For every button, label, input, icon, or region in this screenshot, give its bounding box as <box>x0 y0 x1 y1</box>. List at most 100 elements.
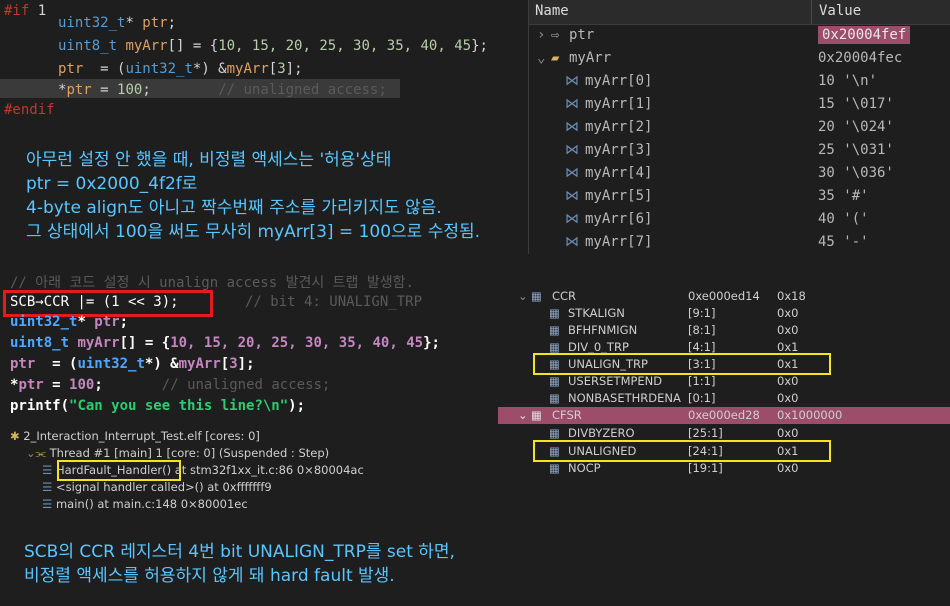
variable-row-myarr[interactable]: ⌄ ▰ myArr 0x20004fec <box>529 47 950 70</box>
variable-value: 20 '\024' <box>818 119 894 135</box>
op: ]; <box>285 61 303 77</box>
variable-value: 40 '(' <box>818 211 869 227</box>
variable-row-element[interactable]: ⋈ myArr[3] 25 '\031' <box>529 139 950 162</box>
stack-frame-location: at stm32f1xx_it.c:86 0×80004ac <box>174 463 364 477</box>
op: ]; <box>237 356 255 372</box>
variable-row-element[interactable]: ⋈ myArr[5] 35 '#' <box>529 185 950 208</box>
debug-process-row[interactable]: ✱ 2_Interaction_Interrupt_Test.elf [core… <box>10 429 260 443</box>
register-name: CFSR <box>552 408 582 422</box>
number: 3 <box>277 61 286 77</box>
element-icon: ⋈ <box>565 73 579 89</box>
op: = <box>91 82 118 98</box>
variable-row-element[interactable]: ⋈ myArr[6] 40 '(' <box>529 208 950 231</box>
numbers: 10, 15, 20, 25, 30, 35, 40, 45 <box>170 335 424 351</box>
variable-name: myArr[3] <box>585 142 653 158</box>
element-icon: ⋈ <box>565 188 579 204</box>
op: }; <box>423 335 440 351</box>
identifier: ptr <box>58 61 84 77</box>
field-icon: ▦ <box>549 461 560 475</box>
op: ; <box>142 82 151 98</box>
register-icon: ▦ <box>531 289 542 303</box>
chevron-right-icon[interactable]: › <box>537 27 545 43</box>
chevron-down-icon[interactable]: ⌄ <box>537 50 545 66</box>
element-icon: ⋈ <box>565 211 579 227</box>
field-value: 0x0 <box>777 306 799 320</box>
op: ; <box>94 377 103 393</box>
register-address: 0xe000ed14 <box>688 289 760 303</box>
op: [ <box>268 61 278 77</box>
element-icon: ⋈ <box>565 165 579 181</box>
stack-frame-row[interactable]: ☰ <signal handler called>() at 0xfffffff… <box>42 480 272 494</box>
field-bits: [19:1] <box>688 461 723 475</box>
register-field-row[interactable]: ▦ USERSETMPEND [1:1] 0x0 <box>498 373 950 390</box>
field-name: NONBASETHRDENA <box>568 391 681 405</box>
variable-value-changed: 0x20004fef <box>818 26 911 44</box>
op: * <box>125 15 143 31</box>
comment: // unaligned access; <box>161 377 331 393</box>
thread-icon: ⫘ <box>35 446 46 460</box>
register-field-row[interactable]: ▦ BFHFNMIGN [8:1] 0x0 <box>498 322 950 339</box>
column-value-header[interactable]: Value <box>819 3 861 19</box>
type: uint32_t <box>58 15 126 31</box>
register-field-row[interactable]: ▦ STKALIGN [9:1] 0x0 <box>498 305 950 322</box>
op: ); <box>288 398 306 414</box>
register-row-ccr[interactable]: ⌄ ▦ CCR 0xe000ed14 0x18 <box>498 288 950 305</box>
variable-value: 35 '#' <box>818 188 869 204</box>
variable-value: 15 '\017' <box>818 96 894 112</box>
field-name: DIVBYZERO <box>568 426 635 440</box>
field-icon: ▦ <box>549 323 560 337</box>
variable-row-element[interactable]: ⋈ myArr[1] 15 '\017' <box>529 93 950 116</box>
field-value: 0x0 <box>777 323 799 337</box>
variable-row-ptr[interactable]: › ⇨ ptr 0x20004fef <box>529 24 950 47</box>
debug-thread-row[interactable]: ⌄⫘ Thread #1 [main] 1 [core: 0] (Suspend… <box>26 446 329 461</box>
column-separator[interactable] <box>811 0 812 24</box>
chevron-down-icon[interactable]: ⌄ <box>26 446 36 460</box>
register-icon: ▦ <box>531 408 542 422</box>
op: = ( <box>35 356 78 372</box>
identifier: myArr <box>226 61 269 77</box>
thread-label: Thread #1 [main] 1 [core: 0] (Suspended … <box>49 446 330 460</box>
chevron-down-icon[interactable]: ⌄ <box>518 289 528 303</box>
field-value: 0x0 <box>777 461 799 475</box>
identifier: ptr <box>18 377 44 393</box>
variable-name: myArr[1] <box>585 96 653 112</box>
type: uint8_t <box>10 335 70 351</box>
variable-row-element[interactable]: ⋈ myArr[7] 45 '-' <box>529 231 950 254</box>
variable-row-element[interactable]: ⋈ myArr[0] 10 '\n' <box>529 70 950 93</box>
register-field-row[interactable]: ▦ NONBASETHRDENA [0:1] 0x0 <box>498 390 950 407</box>
stack-frame-label: main() at main.c:148 0×80001ec <box>55 497 248 511</box>
column-name-header[interactable]: Name <box>535 3 569 19</box>
field-bits: [4:1] <box>688 340 716 354</box>
op: *) & <box>144 356 179 372</box>
op: = ( <box>83 61 126 77</box>
stack-frame-icon: ☰ <box>42 497 53 511</box>
field-bits: [0:1] <box>688 391 716 405</box>
register-field-row[interactable]: ▦ NOCP [19:1] 0x0 <box>498 460 950 477</box>
field-bits: [1:1] <box>688 374 716 388</box>
code-line-if: #if 1 <box>4 0 46 23</box>
variable-name: myArr <box>569 50 612 66</box>
numbers: 10, 15, 20, 25, 30, 35, 40, 45 <box>218 38 472 54</box>
variable-name: myArr[6] <box>585 211 653 227</box>
variable-value: 45 '-' <box>818 234 869 250</box>
identifier: myArr <box>125 38 168 54</box>
element-icon: ⋈ <box>565 119 579 135</box>
op: [] = { <box>167 38 219 54</box>
variable-row-element[interactable]: ⋈ myArr[2] 20 '\024' <box>529 116 950 139</box>
variable-name: myArr[4] <box>585 165 653 181</box>
stack-frame-row[interactable]: ☰ main() at main.c:148 0×80001ec <box>42 497 248 511</box>
preproc-if: #if <box>4 3 30 19</box>
chevron-down-icon[interactable]: ⌄ <box>518 408 528 422</box>
array-icon: ▰ <box>551 50 560 66</box>
code-line-unaligned-write: *ptr = 100; // unaligned access; <box>10 375 330 396</box>
register-row-cfsr[interactable]: ⌄ ▦ CFSR 0xe000ed28 0x1000000 <box>498 407 950 424</box>
variable-row-element[interactable]: ⋈ myArr[4] 30 '\036' <box>529 162 950 185</box>
field-icon: ▦ <box>549 374 560 388</box>
variable-value: 30 '\036' <box>818 165 894 181</box>
code-line-ptr-assign: ptr = (uint32_t*) &myArr[3]; <box>58 58 303 81</box>
field-icon: ▦ <box>549 306 560 320</box>
code-line-printf: printf("Can you see this line?\n"); <box>10 396 305 417</box>
comment: // unaligned access; <box>218 82 387 98</box>
op: }; <box>471 38 488 54</box>
op: ; <box>119 314 129 330</box>
